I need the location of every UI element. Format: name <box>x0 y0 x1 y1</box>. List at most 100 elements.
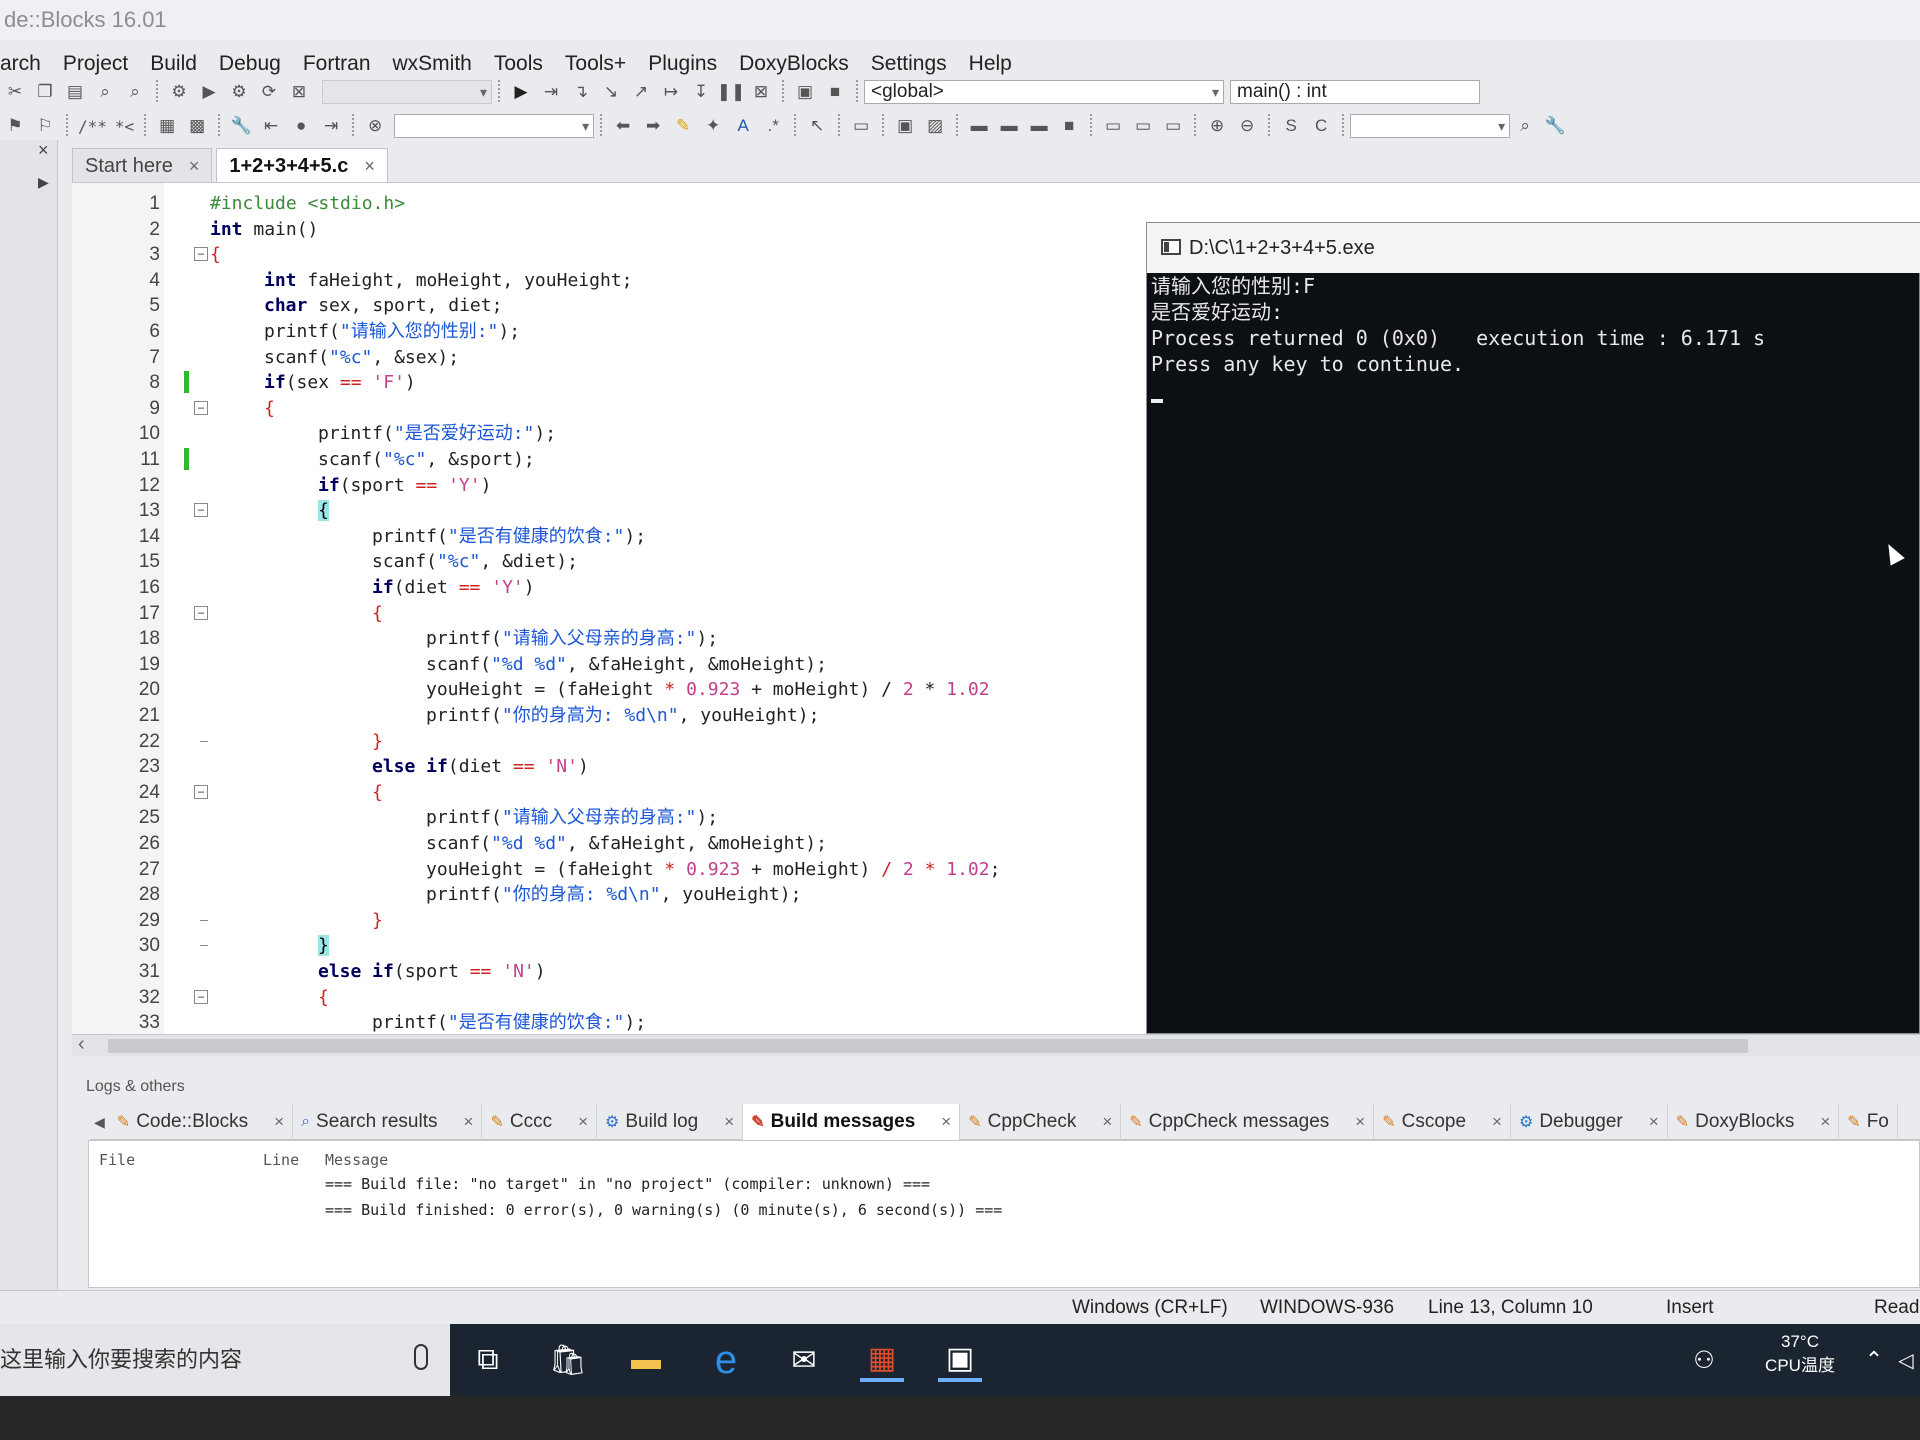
step-instruction-icon[interactable]: ↧ <box>690 81 712 103</box>
clear-icon[interactable]: ⊗ <box>364 115 386 137</box>
symbol-c-icon[interactable]: C <box>1310 115 1332 137</box>
codeblocks-app-icon[interactable]: ▦ <box>860 1338 904 1382</box>
menu-search[interactable]: arch <box>0 52 52 76</box>
debug-start-icon[interactable]: ▶ <box>510 81 532 103</box>
replace-icon[interactable]: ⌕ <box>124 81 146 103</box>
tab-debugger[interactable]: ⚙ Debugger × <box>1511 1104 1668 1140</box>
jump-back-icon[interactable]: ⇤ <box>260 115 282 137</box>
zoom-in-icon[interactable]: ⊕ <box>1206 115 1228 137</box>
symbol-find-icon[interactable]: ⌕ <box>1514 115 1536 137</box>
highlight-icon[interactable]: ✎ <box>672 115 694 137</box>
people-icon[interactable]: ⚇ <box>1682 1338 1726 1382</box>
menu-build[interactable]: Build <box>139 52 208 76</box>
wx-frame-1-icon[interactable]: ▭ <box>1102 115 1124 137</box>
comment-block-button[interactable]: /** <box>78 115 107 137</box>
close-icon[interactable]: × <box>274 1112 284 1132</box>
close-icon[interactable]: × <box>364 150 375 182</box>
tab-cppcheck[interactable]: ✎ CppCheck × <box>960 1104 1122 1140</box>
wx-layout-1-icon[interactable]: ▬ <box>968 115 990 137</box>
scope-combo[interactable]: <global> ▾ <box>864 80 1224 104</box>
breakpoint-icon[interactable]: ● <box>290 115 312 137</box>
column-header-line[interactable]: Line <box>263 1151 299 1169</box>
menu-tools-plus[interactable]: Tools+ <box>554 52 637 76</box>
build-gear-icon[interactable]: ⚙ <box>168 81 190 103</box>
wrench-icon[interactable]: 🔧 <box>230 115 252 137</box>
symbol-s-icon[interactable]: S <box>1280 115 1302 137</box>
console-app-taskbar-icon[interactable]: ▣ <box>938 1338 982 1382</box>
step-into-icon[interactable]: ↘ <box>600 81 622 103</box>
microphone-icon[interactable] <box>414 1344 428 1370</box>
tab-search-results[interactable]: ⌕ Search results × <box>293 1104 483 1140</box>
tabs-scroll-left-icon[interactable]: ◀ <box>90 1104 109 1139</box>
menu-fortran[interactable]: Fortran <box>292 52 382 76</box>
close-icon[interactable]: × <box>38 140 49 161</box>
find-icon[interactable]: ⌕ <box>94 81 116 103</box>
menu-settings[interactable]: Settings <box>860 52 958 76</box>
tab-build-messages[interactable]: ✎ Build messages × <box>743 1104 961 1140</box>
run-icon[interactable]: ▶ <box>198 81 220 103</box>
function-combo[interactable]: main() : int <box>1230 80 1480 104</box>
chevron-up-icon[interactable]: ⌃ <box>1852 1338 1896 1382</box>
run-to-cursor-icon[interactable]: ⇥ <box>540 81 562 103</box>
tab-codeblocks-log[interactable]: ✎ Code::Blocks × <box>109 1104 294 1140</box>
build-target-combo[interactable]: ▾ <box>322 80 492 104</box>
symbol-search-combo[interactable]: ▾ <box>1350 114 1511 138</box>
close-icon[interactable]: × <box>189 150 200 182</box>
edge-browser-icon[interactable]: e <box>704 1338 748 1382</box>
regex-icon[interactable]: .* <box>762 115 784 137</box>
next-instruction-icon[interactable]: ↦ <box>660 81 682 103</box>
close-icon[interactable]: × <box>941 1112 951 1132</box>
tab-doxyblocks[interactable]: ✎ DoxyBlocks × <box>1668 1104 1840 1140</box>
console-title-bar[interactable]: D:\C\1+2+3+4+5.exe <box>1147 223 1920 273</box>
build-run-icon[interactable]: ⚙ <box>228 81 250 103</box>
forward-arrow-icon[interactable]: ➡ <box>642 115 664 137</box>
wx-frame-2-icon[interactable]: ▭ <box>1132 115 1154 137</box>
menu-project[interactable]: Project <box>52 52 139 76</box>
close-icon[interactable]: × <box>578 1112 588 1132</box>
debug-windows-icon[interactable]: ▣ <box>794 81 816 103</box>
menu-plugins[interactable]: Plugins <box>637 52 728 76</box>
text-format-icon[interactable]: A <box>732 115 754 137</box>
scrollbar-thumb[interactable] <box>108 1039 1748 1053</box>
list-item[interactable]: === Build file: "no target" in "no proje… <box>325 1175 930 1193</box>
close-icon[interactable]: × <box>1492 1112 1502 1132</box>
mail-icon[interactable]: ✉ <box>782 1338 826 1382</box>
tab-cccc[interactable]: ✎ Cccc × <box>482 1104 598 1140</box>
back-arrow-icon[interactable]: ⬅ <box>612 115 634 137</box>
list-item[interactable]: === Build finished: 0 error(s), 0 warnin… <box>325 1201 1002 1219</box>
editor-horizontal-scrollbar[interactable]: ‹ <box>72 1033 1920 1056</box>
file-explorer-icon[interactable]: ▬ <box>624 1338 668 1382</box>
doc-config-icon[interactable]: ▩ <box>186 115 208 137</box>
scroll-right-icon[interactable]: ▶ <box>38 174 49 191</box>
rebuild-icon[interactable]: ⟳ <box>258 81 280 103</box>
tab-build-log[interactable]: ⚙ Build log × <box>597 1104 744 1140</box>
bookmark-icon[interactable]: ⚑ <box>4 115 26 137</box>
pointer-icon[interactable]: ↖ <box>806 115 828 137</box>
close-icon[interactable]: × <box>1820 1112 1830 1132</box>
cpu-temperature[interactable]: 37°C CPU温度 <box>1760 1330 1840 1378</box>
volume-icon[interactable]: ◁ <box>1892 1338 1920 1382</box>
build-messages-list[interactable]: File Line Message === Build file: "no ta… <box>88 1140 1920 1288</box>
close-icon[interactable]: × <box>1649 1112 1659 1132</box>
scroll-left-icon[interactable]: ‹ <box>78 1033 85 1056</box>
menu-debug[interactable]: Debug <box>208 52 292 76</box>
doc-icon[interactable]: ▦ <box>156 115 178 137</box>
cut-icon[interactable]: ✂ <box>4 81 26 103</box>
tab-source-file[interactable]: 1+2+3+4+5.c × <box>216 148 388 182</box>
column-header-file[interactable]: File <box>99 1151 135 1169</box>
task-view-icon[interactable]: ⧉ <box>466 1338 510 1382</box>
symbol-settings-icon[interactable]: 🔧 <box>1544 115 1566 137</box>
copy-icon[interactable]: ❐ <box>34 81 56 103</box>
search-combo[interactable]: ▾ <box>394 114 595 138</box>
jump-forward-icon[interactable]: ⇥ <box>320 115 342 137</box>
wx-layout-3-icon[interactable]: ▬ <box>1028 115 1050 137</box>
wx-frame-3-icon[interactable]: ▭ <box>1162 115 1184 137</box>
tab-cscope[interactable]: ✎ Cscope × <box>1374 1104 1511 1140</box>
wx-image-icon[interactable]: ▣ <box>894 115 916 137</box>
menu-wxsmith[interactable]: wxSmith <box>382 52 483 76</box>
wx-layout-4-icon[interactable]: ■ <box>1058 115 1080 137</box>
store-icon[interactable]: 🛍 <box>546 1338 590 1382</box>
taskbar-search-box[interactable]: 这里输入你要搜索的内容 <box>0 1324 450 1396</box>
step-out-icon[interactable]: ↗ <box>630 81 652 103</box>
close-icon[interactable]: × <box>1102 1112 1112 1132</box>
